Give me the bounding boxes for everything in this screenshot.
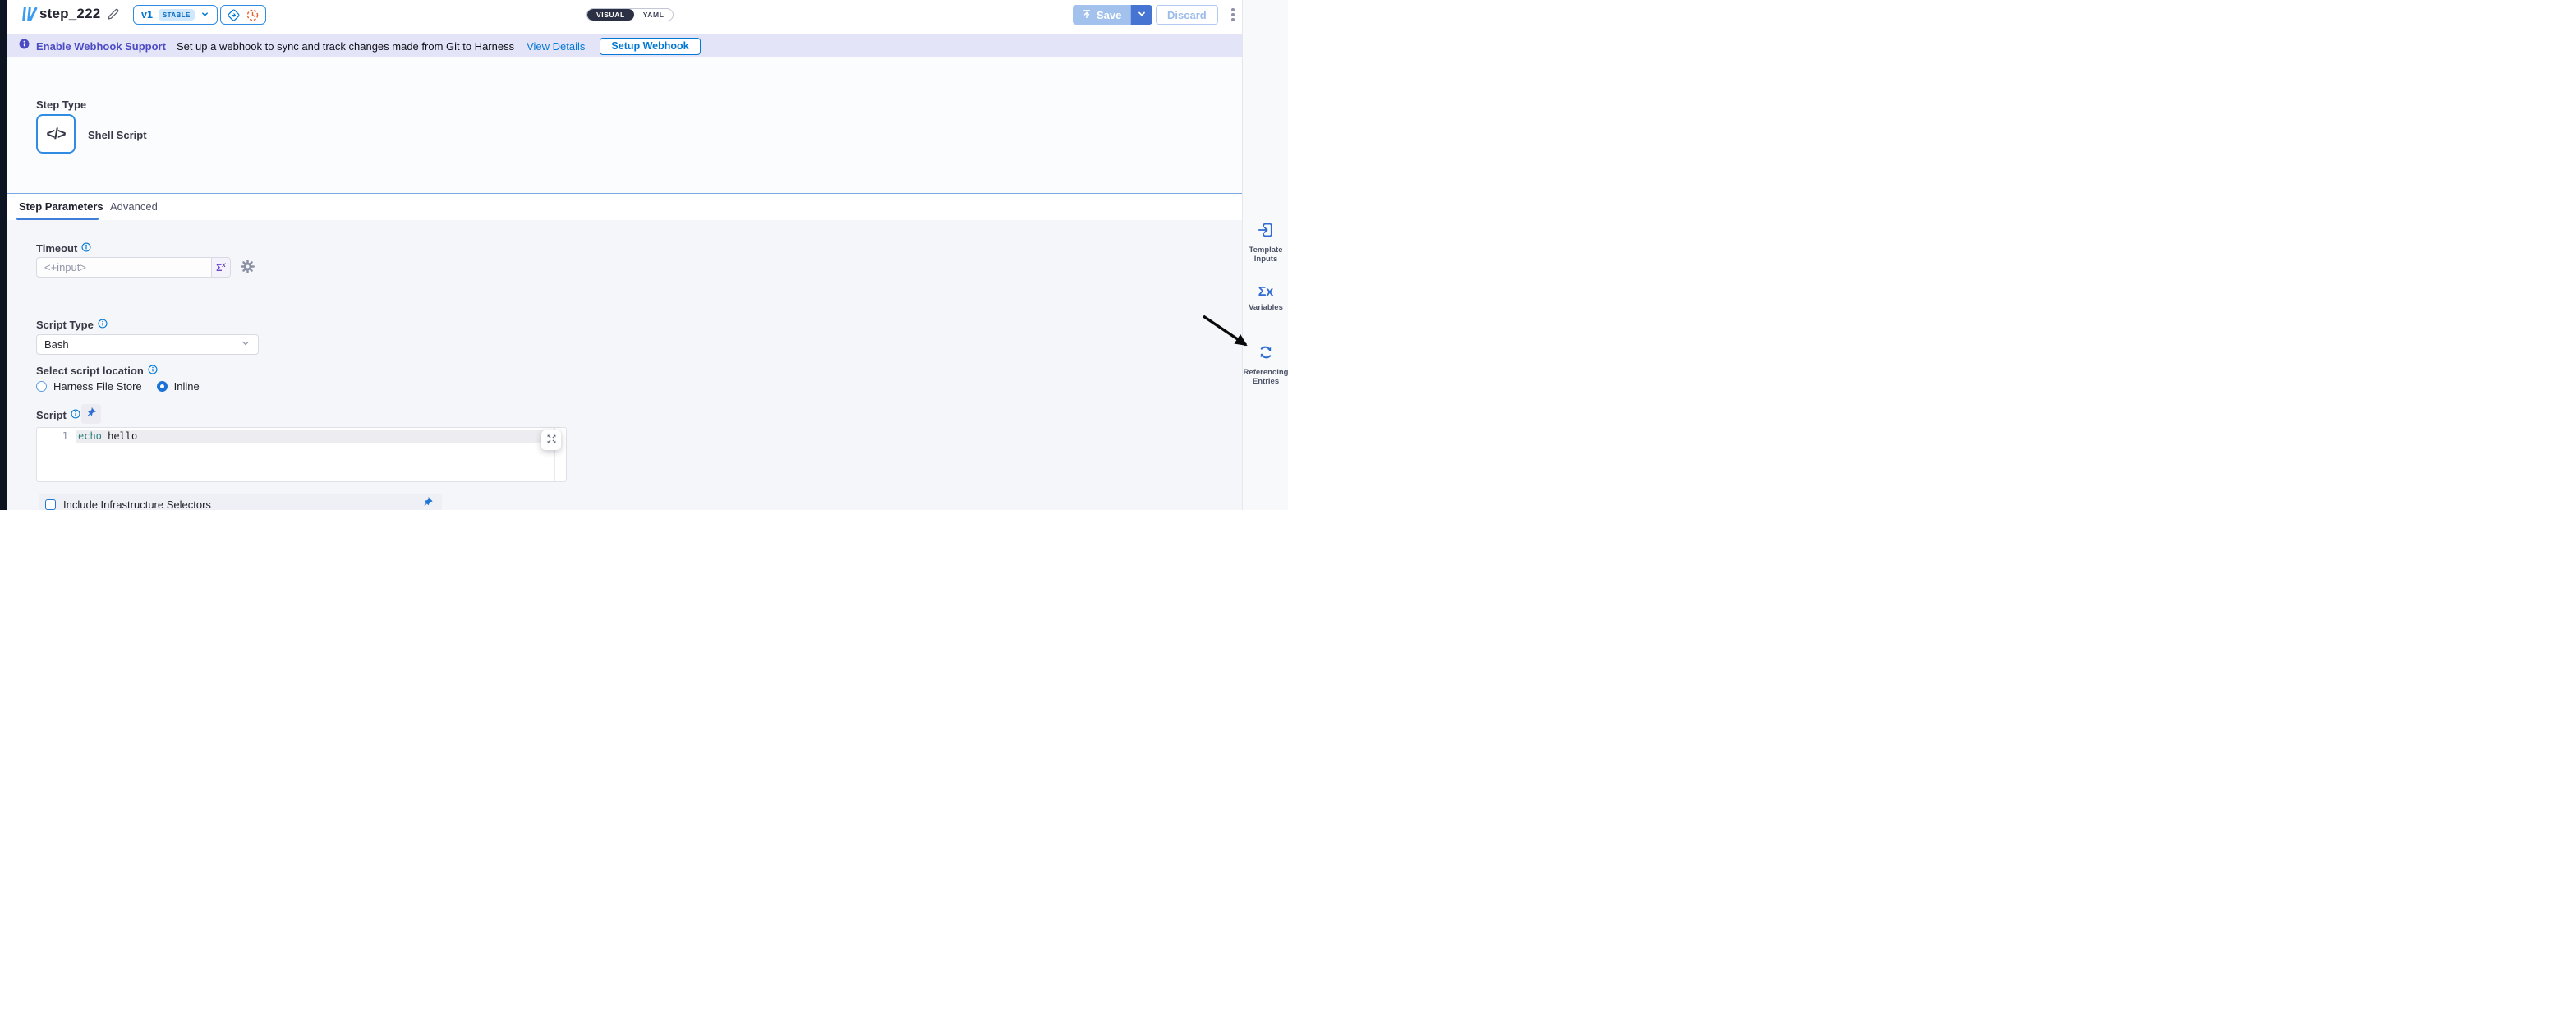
script-type-label: Script Type	[36, 319, 108, 331]
toggle-visual[interactable]: VISUAL	[587, 9, 634, 21]
timeout-label: Timeout	[36, 242, 91, 255]
info-icon[interactable]	[148, 365, 158, 377]
collapsed-nav-strip	[0, 0, 7, 510]
webhook-banner: Enable Webhook Support Set up a webhook …	[7, 34, 1242, 57]
step-parameters-form: Timeout Σx Scri	[7, 220, 1242, 510]
script-type-select[interactable]: Bash	[36, 334, 259, 355]
code-line: echo hello	[78, 430, 137, 442]
pencil-icon	[107, 11, 120, 23]
template-inputs-icon	[1258, 222, 1274, 242]
reconcile-timer-icon[interactable]	[246, 8, 260, 22]
script-type-value: Bash	[44, 338, 241, 351]
chevron-down-icon	[241, 338, 251, 352]
step-type-value: Shell Script	[88, 129, 147, 141]
save-button[interactable]: Save	[1073, 5, 1130, 25]
edit-name-button[interactable]	[106, 7, 121, 22]
info-icon	[19, 39, 30, 53]
expand-editor-button[interactable]	[541, 430, 561, 450]
upload-arrow-icon	[1082, 9, 1092, 21]
expand-icon	[546, 434, 557, 447]
git-actions-group	[220, 5, 266, 25]
include-infrastructure-selectors-row: Include Infrastructure Selectors	[39, 494, 442, 510]
header: step_222 v1 STABLE	[7, 0, 1242, 29]
banner-description: Set up a webhook to sync and track chang…	[177, 40, 514, 53]
sidebar-item-label: Template Inputs	[1243, 246, 1288, 264]
version-selector[interactable]: v1 STABLE	[133, 5, 218, 25]
current-line-highlight	[76, 430, 555, 443]
git-sync-icon[interactable]	[227, 8, 241, 22]
version-label: v1	[141, 9, 153, 21]
setup-webhook-button[interactable]: Setup Webhook	[600, 38, 700, 55]
info-icon[interactable]	[71, 409, 80, 421]
step-type-label: Step Type	[36, 99, 86, 111]
view-details-link[interactable]: View Details	[527, 40, 585, 53]
pin-script-button[interactable]	[81, 404, 101, 424]
script-code-editor[interactable]: 1 echo hello	[36, 427, 567, 482]
step-type-section: Step Type </> Shell Script	[7, 57, 1242, 193]
code-icon: </>	[46, 126, 65, 143]
pushpin-icon	[86, 407, 97, 420]
timeout-input[interactable]	[37, 258, 211, 277]
visual-yaml-toggle: VISUAL YAML	[586, 8, 674, 21]
tab-bar: Step Parameters Advanced	[7, 193, 1242, 220]
info-icon[interactable]	[98, 319, 108, 331]
script-location-options: Harness File Store Inline	[36, 380, 200, 393]
shell-script-card: </>	[36, 114, 76, 154]
tab-advanced[interactable]: Advanced	[110, 194, 158, 220]
tab-step-parameters[interactable]: Step Parameters	[19, 194, 104, 220]
referencing-entries-icon	[1258, 344, 1274, 365]
chevron-down-icon	[200, 9, 209, 21]
chevron-down-icon	[1137, 9, 1147, 21]
radio-inline[interactable]	[157, 381, 168, 392]
harness-template-logo-icon	[22, 7, 36, 22]
script-location-label: Select script location	[36, 365, 158, 377]
sidebar-item-label: Referencing Entries	[1243, 368, 1288, 386]
expression-input-icon[interactable]: Σx	[211, 258, 230, 277]
radio-label[interactable]: Harness File Store	[53, 380, 142, 393]
more-options-button[interactable]	[1226, 6, 1240, 24]
line-number: 1	[37, 430, 68, 442]
pushpin-icon[interactable]	[423, 497, 434, 510]
radio-label[interactable]: Inline	[174, 380, 200, 393]
sidebar-item-template-inputs[interactable]: Template Inputs	[1243, 222, 1288, 264]
save-split-button: Save	[1073, 5, 1152, 25]
variables-icon: Σx	[1258, 285, 1274, 300]
discard-button[interactable]: Discard	[1156, 5, 1218, 25]
template-studio-page: step_222 v1 STABLE	[0, 0, 1288, 510]
input-settings-gear-icon[interactable]	[239, 259, 255, 275]
right-sidebar: Template Inputs Σx Variables Referencing…	[1242, 0, 1288, 510]
script-label: Script	[36, 409, 80, 421]
save-options-button[interactable]	[1130, 5, 1152, 25]
sidebar-item-label: Variables	[1243, 303, 1288, 312]
sidebar-item-variables[interactable]: Σx Variables	[1243, 285, 1288, 312]
radio-harness-file-store[interactable]	[36, 381, 47, 392]
page-title: step_222	[39, 6, 100, 22]
save-label: Save	[1097, 9, 1121, 21]
include-selectors-checkbox[interactable]	[45, 499, 56, 510]
timeout-field-group: Σx	[36, 257, 231, 278]
include-selectors-label[interactable]: Include Infrastructure Selectors	[63, 499, 423, 511]
toggle-yaml[interactable]: YAML	[634, 9, 674, 21]
banner-title: Enable Webhook Support	[36, 40, 166, 53]
info-icon[interactable]	[81, 242, 91, 255]
sidebar-item-referencing-entries[interactable]: Referencing Entries	[1243, 344, 1288, 386]
stable-badge: STABLE	[159, 9, 195, 21]
